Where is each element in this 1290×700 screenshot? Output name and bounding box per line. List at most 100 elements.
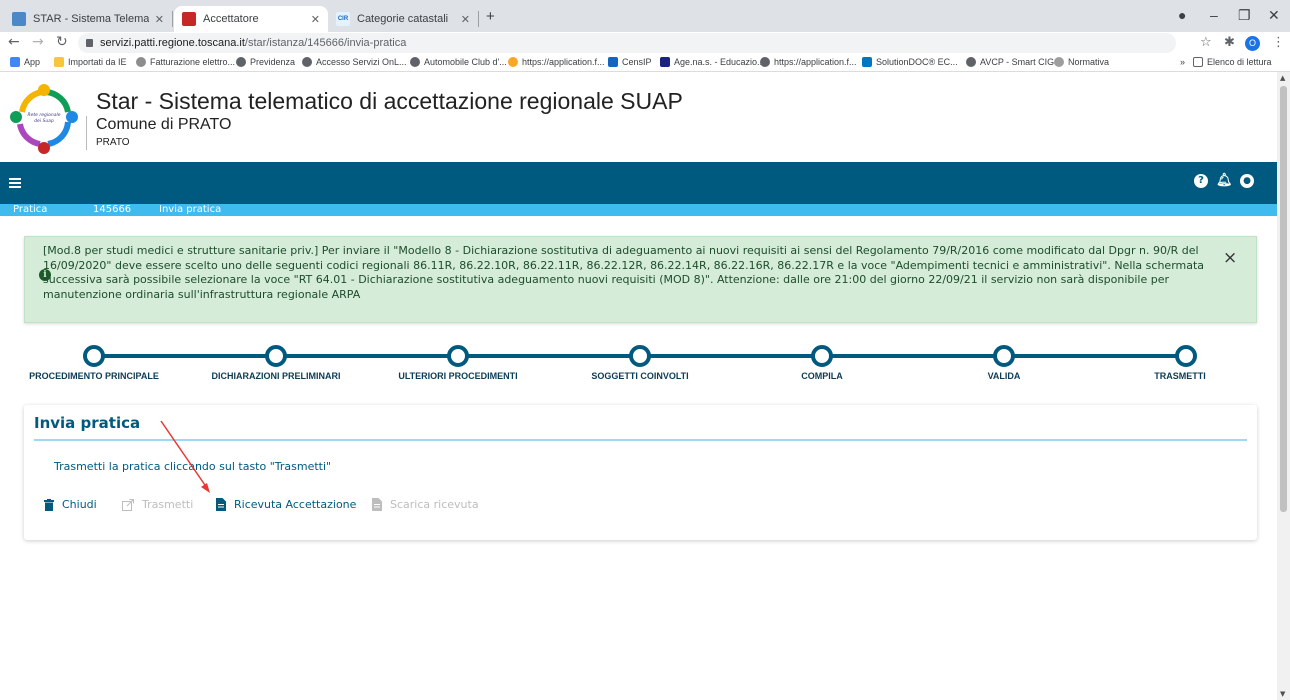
site-icon bbox=[608, 57, 618, 67]
close-alert-icon[interactable]: × bbox=[1223, 250, 1237, 267]
browser-tab-accettatore[interactable]: Accettatore ✕ bbox=[174, 6, 328, 32]
step-label-valida[interactable]: VALIDA bbox=[988, 371, 1021, 381]
chiudi-button[interactable]: Chiudi bbox=[44, 498, 97, 511]
tab-title: STAR - Sistema Telematico di Acce bbox=[33, 13, 149, 25]
ricevuta-accettazione-button[interactable]: Ricevuta Accettazione bbox=[216, 498, 356, 511]
step-node[interactable] bbox=[811, 345, 833, 367]
step-node[interactable] bbox=[1175, 345, 1197, 367]
scroll-thumb[interactable] bbox=[1280, 86, 1287, 512]
step-node[interactable] bbox=[993, 345, 1015, 367]
browser-menu-icon[interactable]: ⋮ bbox=[1272, 35, 1285, 50]
step-label-soggetti[interactable]: SOGGETTI COINVOLTI bbox=[591, 371, 688, 381]
logo-text: dei Suap bbox=[34, 118, 54, 124]
menu-hamburger-icon[interactable] bbox=[9, 178, 21, 188]
page-title: Star - Sistema telematico di accettazion… bbox=[96, 88, 683, 114]
alert-message: [Mod.8 per studi medici e strutture sani… bbox=[43, 244, 1205, 302]
bookmarks-bar: App Importati da IE Fatturazione elettro… bbox=[0, 54, 1290, 72]
apps-grid-icon bbox=[10, 57, 20, 67]
bookmark-item[interactable]: AVCP - Smart CIG bbox=[966, 57, 1054, 67]
profile-avatar[interactable]: O bbox=[1245, 36, 1260, 51]
more-bookmarks-icon[interactable]: » bbox=[1180, 57, 1185, 67]
document-icon bbox=[216, 498, 226, 511]
breadcrumb-item[interactable]: Pratica bbox=[13, 204, 47, 216]
reading-list[interactable]: » Elenco di lettura bbox=[1180, 57, 1272, 67]
extensions-puzzle-icon[interactable]: ✱ bbox=[1224, 35, 1235, 50]
breadcrumb: Pratica 145666 Invia pratica bbox=[0, 204, 1277, 216]
accettatore-favicon-icon bbox=[182, 12, 196, 26]
notifications-bell-icon[interactable]: 🔔︎ bbox=[1216, 174, 1233, 188]
bookmark-item[interactable]: Previdenza bbox=[236, 57, 295, 67]
step-node[interactable] bbox=[447, 345, 469, 367]
document-icon bbox=[372, 498, 382, 511]
step-label-procedimento[interactable]: PROCEDIMENTO PRINCIPALE bbox=[29, 371, 159, 381]
bookmark-item[interactable]: https://application.f... bbox=[760, 57, 857, 67]
lock-icon bbox=[86, 39, 93, 47]
browser-tab-bar: STAR - Sistema Telematico di Acce ✕ Acce… bbox=[0, 0, 1290, 32]
browser-tab-star[interactable]: STAR - Sistema Telematico di Acce ✕ bbox=[4, 6, 172, 32]
close-tab-icon[interactable]: ✕ bbox=[461, 13, 470, 26]
tab-separator bbox=[172, 11, 173, 27]
browser-toolbar: ← → ↻ servizi.patti.regione.toscana.it/s… bbox=[0, 32, 1290, 54]
bookmark-item[interactable]: CensIP bbox=[608, 57, 652, 67]
step-label-ulteriori[interactable]: ULTERIORI PROCEDIMENTI bbox=[398, 371, 517, 381]
breadcrumb-item[interactable]: 145666 bbox=[93, 204, 131, 216]
external-link-icon bbox=[122, 498, 134, 511]
globe-icon bbox=[236, 57, 246, 67]
globe-icon bbox=[966, 57, 976, 67]
bookmark-item[interactable]: Fatturazione elettro... bbox=[136, 57, 235, 67]
step-label-trasmetti[interactable]: TRASMETTI bbox=[1154, 371, 1206, 381]
step-label-dichiarazioni[interactable]: DICHIARAZIONI PRELIMINARI bbox=[212, 371, 341, 381]
logo-text: Rete regionale bbox=[28, 112, 61, 118]
page-scrollbar[interactable]: ▲ ▼ bbox=[1277, 72, 1290, 700]
bookmark-item[interactable]: Age.na.s. - Educazio... bbox=[660, 57, 765, 67]
close-window-icon[interactable]: ✕ bbox=[1268, 7, 1280, 24]
bookmark-item[interactable]: Importati da IE bbox=[54, 57, 127, 67]
action-label: Chiudi bbox=[62, 498, 97, 511]
reload-icon[interactable]: ↻ bbox=[56, 34, 68, 50]
folder-icon bbox=[54, 57, 64, 67]
bookmark-star-icon[interactable]: ☆ bbox=[1200, 35, 1212, 50]
info-alert: i [Mod.8 per studi medici e strutture sa… bbox=[24, 236, 1257, 323]
scarica-ricevuta-button[interactable]: Scarica ricevuta bbox=[372, 498, 479, 511]
app-nav-bar: ? 🔔︎ ● bbox=[0, 162, 1277, 204]
address-bar[interactable]: servizi.patti.regione.toscana.it/star/is… bbox=[78, 33, 1176, 53]
step-label-compila[interactable]: COMPILA bbox=[801, 371, 843, 381]
url-path: /star/istanza/145666/invia-pratica bbox=[244, 37, 407, 49]
action-label: Trasmetti bbox=[142, 498, 194, 511]
globe-icon bbox=[302, 57, 312, 67]
user-account-icon[interactable]: ● bbox=[1240, 174, 1254, 188]
bookmark-apps[interactable]: App bbox=[10, 57, 40, 67]
bookmark-item[interactable]: Normativa bbox=[1054, 57, 1109, 67]
suap-network-logo[interactable]: Rete regionale dei Suap bbox=[8, 82, 80, 154]
minimize-icon[interactable]: – bbox=[1210, 7, 1218, 23]
site-icon bbox=[1054, 57, 1064, 67]
close-tab-icon[interactable]: ✕ bbox=[155, 13, 164, 26]
header-divider bbox=[86, 116, 87, 150]
step-node[interactable] bbox=[265, 345, 287, 367]
bookmark-item[interactable]: Accesso Servizi OnL... bbox=[302, 57, 407, 67]
trasmetti-button[interactable]: Trasmetti bbox=[122, 498, 193, 511]
globe-icon bbox=[760, 57, 770, 67]
url-host: servizi.patti.regione.toscana.it bbox=[100, 37, 245, 49]
card-divider bbox=[34, 439, 1247, 441]
star-favicon-icon bbox=[12, 12, 26, 26]
new-tab-button[interactable]: + bbox=[486, 8, 495, 25]
browser-menu-dot-icon[interactable]: ● bbox=[1178, 7, 1186, 23]
step-node[interactable] bbox=[629, 345, 651, 367]
scroll-down-icon[interactable]: ▼ bbox=[1280, 690, 1285, 698]
help-icon[interactable]: ? bbox=[1194, 174, 1208, 188]
maximize-icon[interactable]: ❐ bbox=[1238, 7, 1251, 24]
bookmark-item[interactable]: https://application.f... bbox=[508, 57, 605, 67]
tab-title: Categorie catastali bbox=[357, 13, 449, 25]
bookmark-item[interactable]: SolutionDOC® EC... bbox=[862, 57, 958, 67]
page-subtitle: Comune di PRATO bbox=[96, 116, 232, 133]
action-label: Ricevuta Accettazione bbox=[234, 498, 357, 511]
tab-separator bbox=[478, 11, 479, 27]
bookmark-item[interactable]: Automobile Club d'... bbox=[410, 57, 507, 67]
back-arrow-icon[interactable]: ← bbox=[8, 34, 20, 50]
forward-arrow-icon[interactable]: → bbox=[32, 34, 44, 50]
step-node[interactable] bbox=[83, 345, 105, 367]
browser-tab-categorie[interactable]: CIR Categorie catastali ✕ bbox=[328, 6, 478, 32]
scroll-up-icon[interactable]: ▲ bbox=[1280, 74, 1285, 82]
close-tab-icon[interactable]: ✕ bbox=[311, 13, 320, 26]
